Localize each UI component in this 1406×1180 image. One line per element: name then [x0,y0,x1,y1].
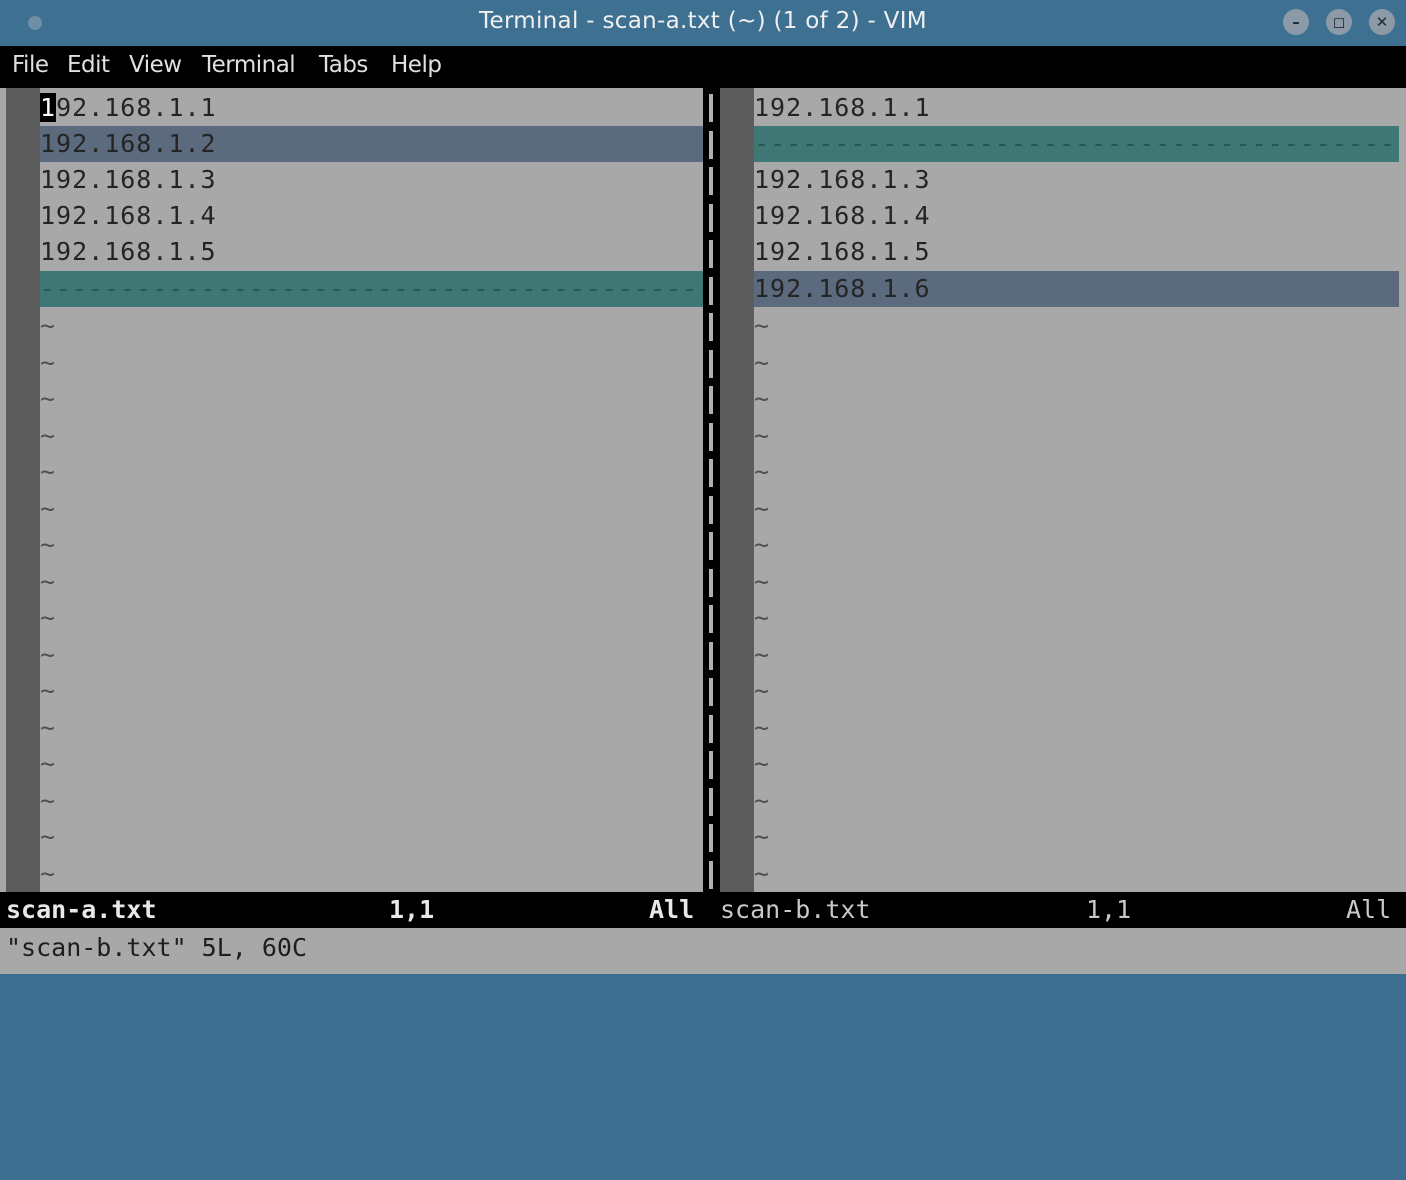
diff-filler-line: ----------------------------------------… [40,271,703,307]
empty-line-marker: ~ [40,676,57,705]
buffer-line[interactable]: 192.168.1.4 [40,198,703,234]
empty-line-marker: ~ [40,822,57,851]
empty-line-marker: ~ [754,311,771,340]
buffer-line[interactable]: 192.168.1.3 [754,162,1399,198]
empty-line-marker: ~ [754,639,771,669]
empty-line-marker: ~ [40,311,57,340]
separator-dash [709,94,713,122]
separator-dash [709,240,713,268]
empty-line-marker: ~ [40,749,57,778]
right-status-filename: scan-b.txt [720,895,871,924]
separator-dash [709,276,713,305]
right-status-position: 1,1 [1086,895,1132,924]
diff-filler-line: ----------------------------------------… [754,126,1399,162]
buffer-line[interactable]: 192.168.1.5 [754,234,1399,270]
buffer-line[interactable]: 192.168.1.1 [754,90,1399,126]
empty-line-marker: ~ [754,420,771,450]
empty-line-marker: ~ [754,603,771,632]
empty-line-marker: ~ [754,676,771,705]
empty-line-marker: ~ [40,639,57,669]
diff-changed-line[interactable]: 192.168.1.2 [40,126,703,162]
separator-dash [709,495,713,524]
menu-tabs[interactable]: Tabs [319,52,368,78]
empty-line-marker: ~ [754,822,771,851]
buffer-line[interactable]: 192.168.1.3 [40,162,703,198]
separator-dash [709,751,713,779]
empty-line-marker: ~ [754,749,771,778]
separator-dash [709,459,713,487]
empty-line-marker: ~ [754,530,771,559]
buffer-line[interactable]: 192.168.1.5 [40,234,703,270]
separator-dash [709,203,713,232]
menu-terminal[interactable]: Terminal [202,52,296,78]
separator-dash [709,641,713,670]
empty-line-marker: ~ [40,712,57,742]
separator-dash [709,568,713,597]
menu-file[interactable]: File [12,52,49,78]
maximize-icon: ◻ [1332,13,1346,31]
empty-line-marker: ~ [40,384,57,413]
separator-dash [709,130,713,159]
empty-line-marker: ~ [40,347,57,377]
close-icon: ✕ [1375,13,1389,31]
minimize-button[interactable]: – [1283,9,1309,35]
empty-line-marker: ~ [40,530,57,559]
vertical-split-separator[interactable] [703,88,720,892]
separator-dash [709,422,713,451]
diff-changed-line[interactable]: 192.168.1.6 [754,271,1399,307]
empty-line-marker: ~ [40,493,57,523]
menu-view[interactable]: View [129,52,182,78]
right-status-scroll: All [1346,895,1392,924]
empty-line-marker: ~ [754,712,771,742]
fold-column [6,88,40,892]
separator-dash [709,678,713,706]
empty-line-marker: ~ [754,785,771,815]
maximize-button[interactable]: ◻ [1326,9,1352,35]
cursor: 1 [40,93,57,122]
separator-dash [709,349,713,378]
empty-line-marker: ~ [40,785,57,815]
empty-line-marker: ~ [754,858,771,888]
menu-bar: File Edit View Terminal Tabs Help [0,46,1406,88]
separator-dash [709,714,713,743]
menu-edit[interactable]: Edit [67,52,110,78]
separator-dash [709,824,713,852]
separator-dash [709,787,713,816]
empty-line-marker: ~ [754,384,771,413]
buffer-line[interactable]: 192.168.1.1 [40,90,703,126]
empty-line-marker: ~ [40,420,57,450]
title-bar[interactable]: Terminal - scan-a.txt (~) (1 of 2) - VIM… [0,0,1406,46]
separator-dash [709,860,713,889]
left-buffer[interactable]: 192.168.1.1 192.168.1.2 192.168.1.3 192.… [40,90,703,892]
empty-line-marker: ~ [754,347,771,377]
separator-dash [709,167,713,195]
empty-line-marker: ~ [754,457,771,486]
right-editor-pane[interactable]: 192.168.1.1 ----------------------------… [720,88,1399,892]
empty-line-marker: ~ [40,566,57,596]
left-editor-pane[interactable]: 192.168.1.1 192.168.1.2 192.168.1.3 192.… [6,88,703,892]
separator-dash [709,313,713,341]
separator-dash [709,532,713,560]
menu-help[interactable]: Help [391,52,442,78]
terminal-window: Terminal - scan-a.txt (~) (1 of 2) - VIM… [0,0,1406,974]
left-status-filename: scan-a.txt [6,895,157,924]
status-line: scan-a.txt 1,1 All scan-b.txt 1,1 All [0,892,1406,928]
minimize-icon: – [1292,13,1300,31]
right-buffer[interactable]: 192.168.1.1 ----------------------------… [754,90,1399,892]
close-button[interactable]: ✕ [1369,9,1395,35]
left-status-scroll: All [649,895,695,924]
empty-line-marker: ~ [40,457,57,486]
left-status-position: 1,1 [389,895,435,924]
separator-dash [709,386,713,414]
command-line[interactable]: "scan-b.txt" 5L, 60C [0,928,1406,974]
separator-dash [709,605,713,633]
empty-line-marker: ~ [754,566,771,596]
fold-column [720,88,754,892]
buffer-line[interactable]: 192.168.1.4 [754,198,1399,234]
window-title: Terminal - scan-a.txt (~) (1 of 2) - VIM [479,8,927,34]
empty-line-marker: ~ [754,493,771,523]
empty-line-marker: ~ [40,603,57,632]
empty-line-marker: ~ [40,858,57,888]
line-text: 92.168.1.1 [56,93,217,122]
